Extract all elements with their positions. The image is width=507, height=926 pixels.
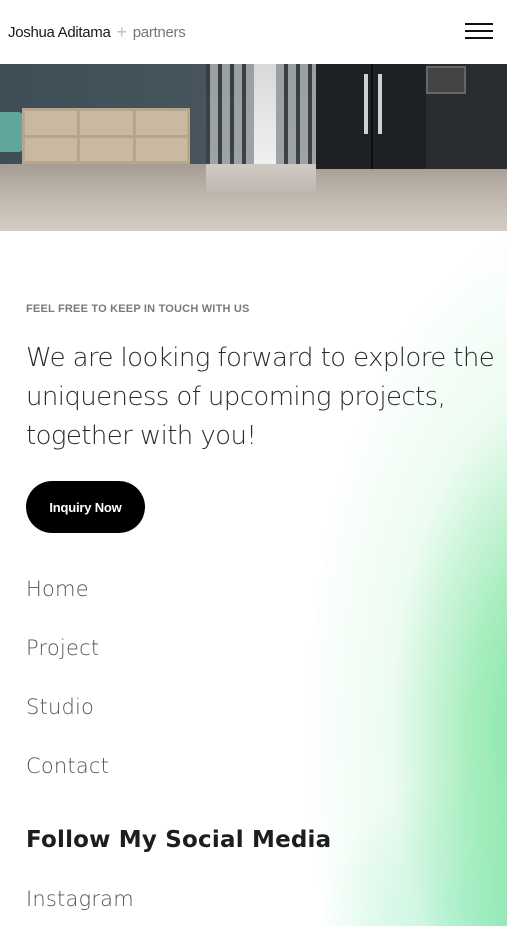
shelf-board — [25, 135, 187, 138]
hero-glass-wall-left — [206, 64, 254, 164]
contact-section: FEEL FREE TO KEEP IN TOUCH WITH US We ar… — [0, 231, 507, 926]
hero-corridor-floor — [206, 164, 316, 194]
hamburger-menu-icon[interactable] — [465, 22, 493, 42]
nav-link-contact[interactable]: Contact — [26, 748, 109, 807]
menu-line — [465, 23, 493, 25]
brand-logo[interactable]: Joshua Aditama + partners — [8, 21, 186, 43]
fridge-handle — [378, 74, 382, 134]
contact-eyebrow: FEEL FREE TO KEEP IN TOUCH WITH US — [26, 303, 250, 315]
hero-fridge — [316, 64, 426, 169]
hero-sofa — [0, 112, 24, 152]
menu-line — [465, 37, 493, 39]
contact-headline: We are looking forward to explore the un… — [26, 343, 495, 451]
site-header: Joshua Aditama + partners — [0, 0, 507, 64]
logo-separator: + — [116, 21, 128, 42]
logo-suffix: partners — [132, 23, 186, 41]
nav-link-project[interactable]: Project — [26, 630, 109, 689]
nav-link-home[interactable]: Home — [26, 571, 109, 630]
social-title: Follow My Social Media — [26, 827, 332, 853]
inquiry-now-button[interactable]: Inquiry Now — [26, 481, 145, 533]
menu-line — [465, 30, 493, 32]
fridge-handle — [364, 74, 368, 134]
social-link-instagram[interactable]: Instagram — [26, 887, 134, 911]
nav-link-studio[interactable]: Studio — [26, 689, 109, 748]
hero-glass-wall-right — [276, 64, 316, 164]
hero-image — [0, 64, 507, 231]
logo-name: Joshua Aditama — [8, 23, 111, 41]
footer-nav: Home Project Studio Contact — [26, 571, 109, 807]
hero-shelf — [22, 108, 190, 164]
hero-oven — [426, 66, 466, 94]
